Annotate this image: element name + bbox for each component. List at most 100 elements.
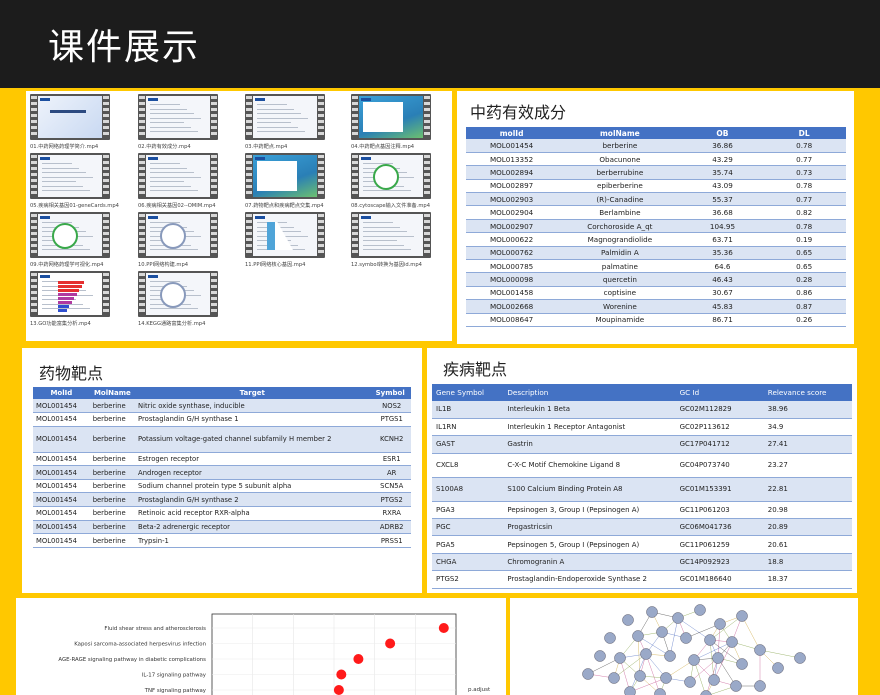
table-cell: Pepsinogen 5, Group I (Pepsinogen A)	[503, 535, 676, 554]
table-row: CXCL8 C-X-C Motif Chemokine Ligand 8 GC04P…	[432, 453, 852, 478]
video-caption[interactable]: 03.中药靶点.mp4	[245, 143, 349, 150]
video-thumbnail[interactable]	[245, 153, 325, 199]
network-node[interactable]	[582, 668, 594, 680]
table-cell: MOL002907	[466, 219, 558, 234]
table-cell: Gastrin	[503, 435, 676, 454]
video-thumbnail[interactable]	[245, 94, 325, 140]
video-thumbnail[interactable]	[138, 94, 218, 140]
network-node[interactable]	[714, 618, 726, 630]
video-item[interactable]: 02.中药有效成分.mp4	[138, 94, 232, 152]
table-cell: 0.78	[762, 179, 846, 194]
network-node[interactable]	[708, 674, 720, 686]
preview-line	[42, 185, 83, 187]
video-thumbnail[interactable]	[138, 212, 218, 258]
video-caption[interactable]: 07.药物靶点和疾病靶点交集.mp4	[245, 202, 349, 209]
video-thumbnail[interactable]	[138, 271, 218, 317]
video-caption[interactable]: 11.PPI网络核心基因.mp4	[245, 261, 349, 268]
network-node[interactable]	[640, 648, 652, 660]
video-thumbnail[interactable]	[30, 153, 110, 199]
network-node[interactable]	[680, 632, 692, 644]
network-node[interactable]	[604, 632, 616, 644]
video-caption[interactable]: 01.中药网络药理学简介.mp4	[30, 143, 134, 150]
video-item[interactable]: 11.PPI网络核心基因.mp4	[245, 212, 339, 270]
table-cell: berberine	[89, 506, 136, 521]
column-header: Description	[503, 384, 676, 401]
video-caption[interactable]: 02.中药有效成分.mp4	[138, 143, 242, 150]
network-node[interactable]	[614, 652, 626, 664]
video-item[interactable]: 04.中药靶点基因注释.mp4	[351, 94, 445, 152]
network-node[interactable]	[730, 680, 742, 692]
table-row: MOL013352 Obacunone 43.29 0.77	[466, 152, 846, 167]
network-node[interactable]	[688, 654, 700, 666]
table-cell: NOS2	[369, 399, 411, 414]
video-caption[interactable]: 05.疾病相关基因01-geneCards.mp4	[30, 202, 134, 209]
video-caption[interactable]: 12.symbol转换为基因id.mp4	[351, 261, 452, 268]
network-node[interactable]	[632, 630, 644, 642]
network-node[interactable]	[736, 658, 748, 670]
video-item[interactable]: 13.GO功能富集分析.mp4	[30, 271, 124, 329]
network-node[interactable]	[660, 672, 672, 684]
network-node[interactable]	[772, 662, 784, 674]
network-node[interactable]	[694, 604, 706, 616]
video-caption[interactable]: 14.KEGG通路富集分析.mp4	[138, 320, 242, 327]
network-node[interactable]	[646, 606, 658, 618]
video-item[interactable]: 09.中药网络药理学可视化.mp4	[30, 212, 124, 270]
video-caption[interactable]: 13.GO功能富集分析.mp4	[30, 320, 134, 327]
table-row: MOL001454 berberine Nitric oxide synthase,…	[33, 399, 411, 414]
network-node[interactable]	[712, 652, 724, 664]
video-thumbnail[interactable]	[30, 271, 110, 317]
table-cell: berberine	[89, 452, 136, 467]
video-item[interactable]: 07.药物靶点和疾病靶点交集.mp4	[245, 153, 339, 211]
video-thumbnail[interactable]	[351, 212, 431, 258]
network-node[interactable]	[594, 650, 606, 662]
network-node[interactable]	[654, 688, 666, 695]
network-node[interactable]	[754, 644, 766, 656]
network-node[interactable]	[608, 672, 620, 684]
video-caption[interactable]: 04.中药靶点基因注释.mp4	[351, 143, 452, 150]
preview-window	[257, 161, 297, 191]
video-caption[interactable]: 06.疾病相关基因02--OMIM.mp4	[138, 202, 242, 209]
column-header: Target	[135, 387, 370, 399]
video-caption[interactable]: 08.cytoscape输入文件准备.mp4	[351, 202, 452, 209]
video-item[interactable]: 08.cytoscape输入文件准备.mp4	[351, 153, 445, 211]
video-caption[interactable]: 09.中药网络药理学可视化.mp4	[30, 261, 134, 268]
video-thumbnail[interactable]	[351, 153, 431, 199]
video-thumbnail[interactable]	[30, 212, 110, 258]
video-thumbnail[interactable]	[30, 94, 110, 140]
table-cell: 18.37	[763, 570, 852, 589]
network-node[interactable]	[754, 680, 766, 692]
network-node[interactable]	[656, 626, 668, 638]
network-node[interactable]	[672, 612, 684, 624]
table-cell: Interleukin 1 Receptor Antagonist	[503, 418, 676, 437]
video-item[interactable]: 14.KEGG通路富集分析.mp4	[138, 271, 232, 329]
table-cell: Androgen receptor	[135, 465, 370, 480]
video-item[interactable]: 06.疾病相关基因02--OMIM.mp4	[138, 153, 232, 211]
network-node[interactable]	[726, 636, 738, 648]
video-item[interactable]: 05.疾病相关基因01-geneCards.mp4	[30, 153, 124, 211]
preview-logo	[361, 157, 371, 160]
video-preview	[253, 96, 317, 138]
video-thumbnail[interactable]	[138, 153, 218, 199]
network-node[interactable]	[664, 650, 676, 662]
preview-logo	[361, 216, 371, 219]
network-node[interactable]	[624, 686, 636, 695]
network-node[interactable]	[634, 670, 646, 682]
video-item[interactable]: 10.PPI网络构建.mp4	[138, 212, 232, 270]
video-item[interactable]: 12.symbol转换为基因id.mp4	[351, 212, 445, 270]
table-cell: 35.36	[682, 246, 763, 261]
video-caption[interactable]: 10.PPI网络构建.mp4	[138, 261, 242, 268]
preview-bar	[58, 293, 77, 296]
video-thumbnail[interactable]	[351, 94, 431, 140]
disease-table: Gene Symbol Description GC Id Relevance sco…	[432, 384, 852, 589]
video-item[interactable]: 03.中药靶点.mp4	[245, 94, 339, 152]
network-node[interactable]	[622, 614, 634, 626]
network-node[interactable]	[684, 676, 696, 688]
video-item[interactable]: 01.中药网络药理学简介.mp4	[30, 94, 124, 152]
network-node[interactable]	[700, 690, 712, 695]
video-thumbnail[interactable]	[245, 212, 325, 258]
table-cell: ADRB2	[369, 520, 411, 535]
network-node[interactable]	[704, 634, 716, 646]
network-node[interactable]	[736, 610, 748, 622]
header-bar: 课件展示	[0, 0, 880, 88]
network-node[interactable]	[794, 652, 806, 664]
